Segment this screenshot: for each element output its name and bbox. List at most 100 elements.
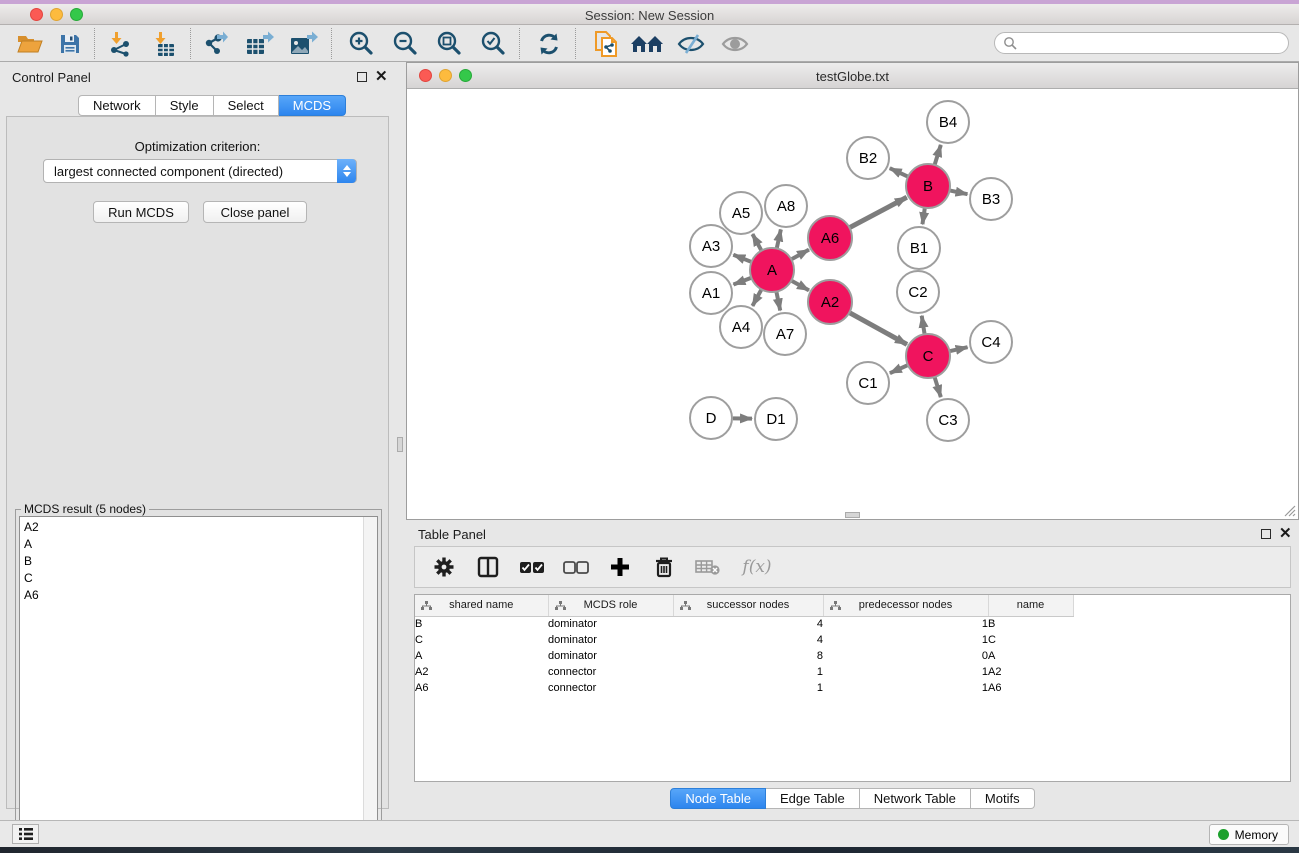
table-cell[interactable]: dominator — [548, 616, 673, 632]
graph-node-B4[interactable]: B4 — [927, 101, 969, 143]
graph-node-B3[interactable]: B3 — [970, 178, 1012, 220]
delete-table-icon[interactable] — [693, 552, 723, 582]
table-cell[interactable]: C — [988, 632, 1073, 648]
table-row[interactable]: A6connector11A6 — [415, 680, 1073, 696]
import-network-icon[interactable] — [102, 29, 138, 58]
graph-node-A[interactable]: A — [750, 248, 794, 292]
function-builder-icon[interactable]: f(x) — [737, 552, 777, 582]
graph-node-B2[interactable]: B2 — [847, 137, 889, 179]
graph-edge-A-A6[interactable] — [791, 250, 809, 260]
tab-network[interactable]: Network — [78, 95, 156, 116]
task-history-list-icon[interactable] — [12, 824, 39, 844]
table-cell[interactable]: A6 — [988, 680, 1073, 696]
table-cell[interactable]: 1 — [673, 680, 823, 696]
graph-edge-A-A2[interactable] — [791, 281, 809, 291]
new-network-from-file-icon[interactable] — [589, 29, 625, 58]
show-details-eye-icon[interactable] — [717, 29, 753, 58]
table-cell[interactable]: B — [988, 616, 1073, 632]
table-cell[interactable]: connector — [548, 680, 673, 696]
table-cell[interactable]: 4 — [673, 616, 823, 632]
table-cell[interactable]: 1 — [823, 616, 988, 632]
graph-node-B[interactable]: B — [906, 164, 950, 208]
export-network-icon[interactable] — [198, 29, 234, 58]
table-cell[interactable]: A6 — [415, 680, 548, 696]
zoom-fit-icon[interactable] — [431, 29, 467, 58]
split-view-icon[interactable] — [473, 552, 503, 582]
table-cell[interactable]: dominator — [548, 648, 673, 664]
graph-node-C3[interactable]: C3 — [927, 399, 969, 441]
graph-edge-A-A5[interactable] — [752, 234, 761, 251]
export-image-icon[interactable] — [286, 29, 322, 58]
search-input[interactable] — [994, 32, 1289, 54]
graph-node-A5[interactable]: A5 — [720, 192, 762, 234]
tab-node-table[interactable]: Node Table — [670, 788, 766, 809]
graph-node-D[interactable]: D — [690, 397, 732, 439]
graph-node-B1[interactable]: B1 — [898, 227, 940, 269]
graph-edge-B-B4[interactable] — [935, 145, 941, 165]
table-cell[interactable]: 1 — [673, 664, 823, 680]
table-row[interactable]: Cdominator41C — [415, 632, 1073, 648]
graph-edge-B-B1[interactable] — [922, 208, 924, 224]
scrollbar[interactable] — [363, 517, 377, 845]
add-column-plus-icon[interactable] — [605, 552, 635, 582]
splitter-handle-vertical[interactable] — [397, 437, 403, 452]
table-cell[interactable]: 1 — [823, 680, 988, 696]
zoom-in-icon[interactable] — [343, 29, 379, 58]
tab-mcds[interactable]: MCDS — [279, 95, 346, 116]
export-table-icon[interactable] — [242, 29, 278, 58]
zoom-out-icon[interactable] — [387, 29, 423, 58]
mcds-result-item[interactable]: A2 — [20, 519, 377, 536]
column-header-shared-name[interactable]: shared name — [415, 595, 548, 616]
graph-node-C1[interactable]: C1 — [847, 362, 889, 404]
tab-edge-table[interactable]: Edge Table — [766, 788, 860, 809]
memory-button[interactable]: Memory — [1209, 824, 1289, 845]
table-cell[interactable]: A — [988, 648, 1073, 664]
graph-edge-C-C4[interactable] — [949, 347, 967, 351]
graph-edge-C-C2[interactable] — [922, 316, 925, 335]
graph-node-C4[interactable]: C4 — [970, 321, 1012, 363]
refresh-icon[interactable] — [531, 29, 567, 58]
run-mcds-button[interactable]: Run MCDS — [93, 201, 189, 223]
graph-edge-A-A8[interactable] — [777, 229, 781, 248]
graph-edge-A6-B[interactable] — [849, 197, 906, 227]
mcds-result-item[interactable]: A — [20, 536, 377, 553]
table-cell[interactable]: A — [415, 648, 548, 664]
table-row[interactable]: Adominator80A — [415, 648, 1073, 664]
network-canvas[interactable]: B4B2BB3A8A5A6A3B1AC2A1A2A4A7C4CC1DD1C3 — [408, 89, 1297, 518]
import-table-icon[interactable] — [146, 29, 182, 58]
table-cell[interactable]: connector — [548, 664, 673, 680]
table-cell[interactable]: 1 — [823, 664, 988, 680]
hide-details-eye-icon[interactable] — [673, 29, 709, 58]
select-all-icon[interactable] — [517, 552, 547, 582]
graph-node-A7[interactable]: A7 — [764, 313, 806, 355]
graph-edge-A-A3[interactable] — [733, 255, 751, 262]
float-table-panel-icon[interactable] — [1261, 529, 1271, 539]
table-cell[interactable]: 0 — [823, 648, 988, 664]
home-icon[interactable] — [629, 29, 665, 58]
table-cell[interactable]: A2 — [988, 664, 1073, 680]
splitter-handle-horizontal[interactable] — [845, 512, 860, 518]
graph-node-A8[interactable]: A8 — [765, 185, 807, 227]
column-header-MCDS-role[interactable]: MCDS role — [548, 595, 673, 616]
mcds-result-item[interactable]: B — [20, 553, 377, 570]
table-settings-gear-icon[interactable] — [429, 552, 459, 582]
tab-style[interactable]: Style — [156, 95, 214, 116]
graph-edge-A-A1[interactable] — [733, 278, 751, 285]
open-session-icon[interactable] — [12, 29, 48, 58]
network-window-titlebar[interactable]: testGlobe.txt — [407, 63, 1298, 89]
mcds-result-list[interactable]: A2ABCA6 — [19, 516, 378, 846]
graph-node-C2[interactable]: C2 — [897, 271, 939, 313]
column-header-name[interactable]: name — [988, 595, 1073, 616]
graph-node-D1[interactable]: D1 — [755, 398, 797, 440]
graph-edge-A-A7[interactable] — [776, 292, 780, 311]
graph-node-A2[interactable]: A2 — [808, 280, 852, 324]
table-cell[interactable]: 8 — [673, 648, 823, 664]
column-header-successor-nodes[interactable]: successor nodes — [673, 595, 823, 616]
table-cell[interactable]: 1 — [823, 632, 988, 648]
graph-edge-C-C3[interactable] — [935, 377, 941, 397]
graph-edge-A2-C[interactable] — [849, 313, 907, 345]
table-cell[interactable]: B — [415, 616, 548, 632]
table-row[interactable]: Bdominator41B — [415, 616, 1073, 632]
table-cell[interactable]: C — [415, 632, 548, 648]
tab-motifs[interactable]: Motifs — [971, 788, 1035, 809]
